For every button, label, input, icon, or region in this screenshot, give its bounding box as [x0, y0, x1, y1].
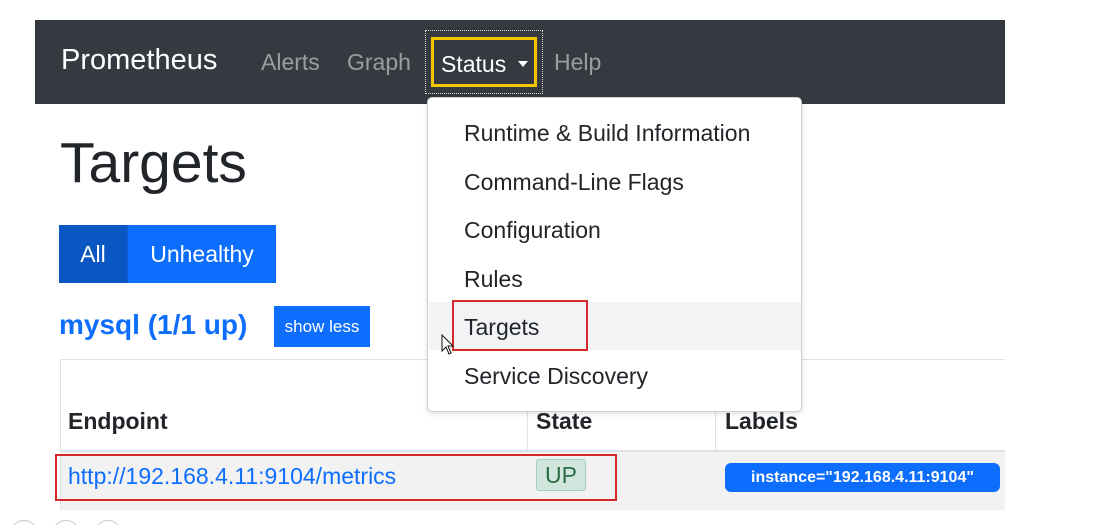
nav-help[interactable]: Help: [554, 49, 601, 76]
highlight-box-targets: [452, 300, 588, 351]
top-navbar: Prometheus Alerts Graph Status Help: [35, 20, 1005, 104]
highlight-box-endpoint-state: [55, 454, 617, 501]
menu-item-service-discovery[interactable]: Service Discovery: [464, 363, 648, 390]
mouse-pointer-icon: [441, 334, 455, 355]
header-labels: Labels: [725, 408, 798, 434]
filter-button-group: All Unhealthy: [59, 225, 276, 283]
page-title: Targets: [60, 131, 247, 195]
caret-down-icon: [518, 61, 528, 67]
brand-logo[interactable]: Prometheus: [61, 44, 217, 77]
bottom-circle-icon: [94, 520, 122, 525]
bottom-circle-icon: [52, 520, 80, 525]
nav-status-dropdown[interactable]: Status: [431, 37, 537, 87]
nav-alerts[interactable]: Alerts: [261, 49, 320, 76]
status-dropdown-menu: Runtime & Build Information Command-Line…: [427, 97, 802, 412]
show-less-button[interactable]: show less: [274, 306, 370, 347]
menu-item-runtime-build-info[interactable]: Runtime & Build Information: [464, 120, 750, 147]
prometheus-app: Prometheus Alerts Graph Status Help Targ…: [35, 20, 1005, 510]
nav-status-label: Status: [441, 51, 507, 77]
menu-item-rules[interactable]: Rules: [464, 266, 523, 293]
filter-all-button[interactable]: All: [59, 225, 127, 283]
menu-item-command-line-flags[interactable]: Command-Line Flags: [464, 169, 684, 196]
job-title-link[interactable]: mysql (1/1 up): [59, 309, 247, 341]
menu-item-configuration[interactable]: Configuration: [464, 217, 601, 244]
nav-graph[interactable]: Graph: [347, 49, 411, 76]
nav-status-focus-ring: Status: [425, 30, 543, 94]
header-state: State: [536, 408, 593, 434]
bottom-circle-icon: [10, 520, 38, 525]
header-endpoint: Endpoint: [68, 408, 168, 434]
instance-label-badge: instance="192.168.4.11:9104": [725, 463, 1000, 492]
filter-unhealthy-button[interactable]: Unhealthy: [127, 225, 276, 283]
